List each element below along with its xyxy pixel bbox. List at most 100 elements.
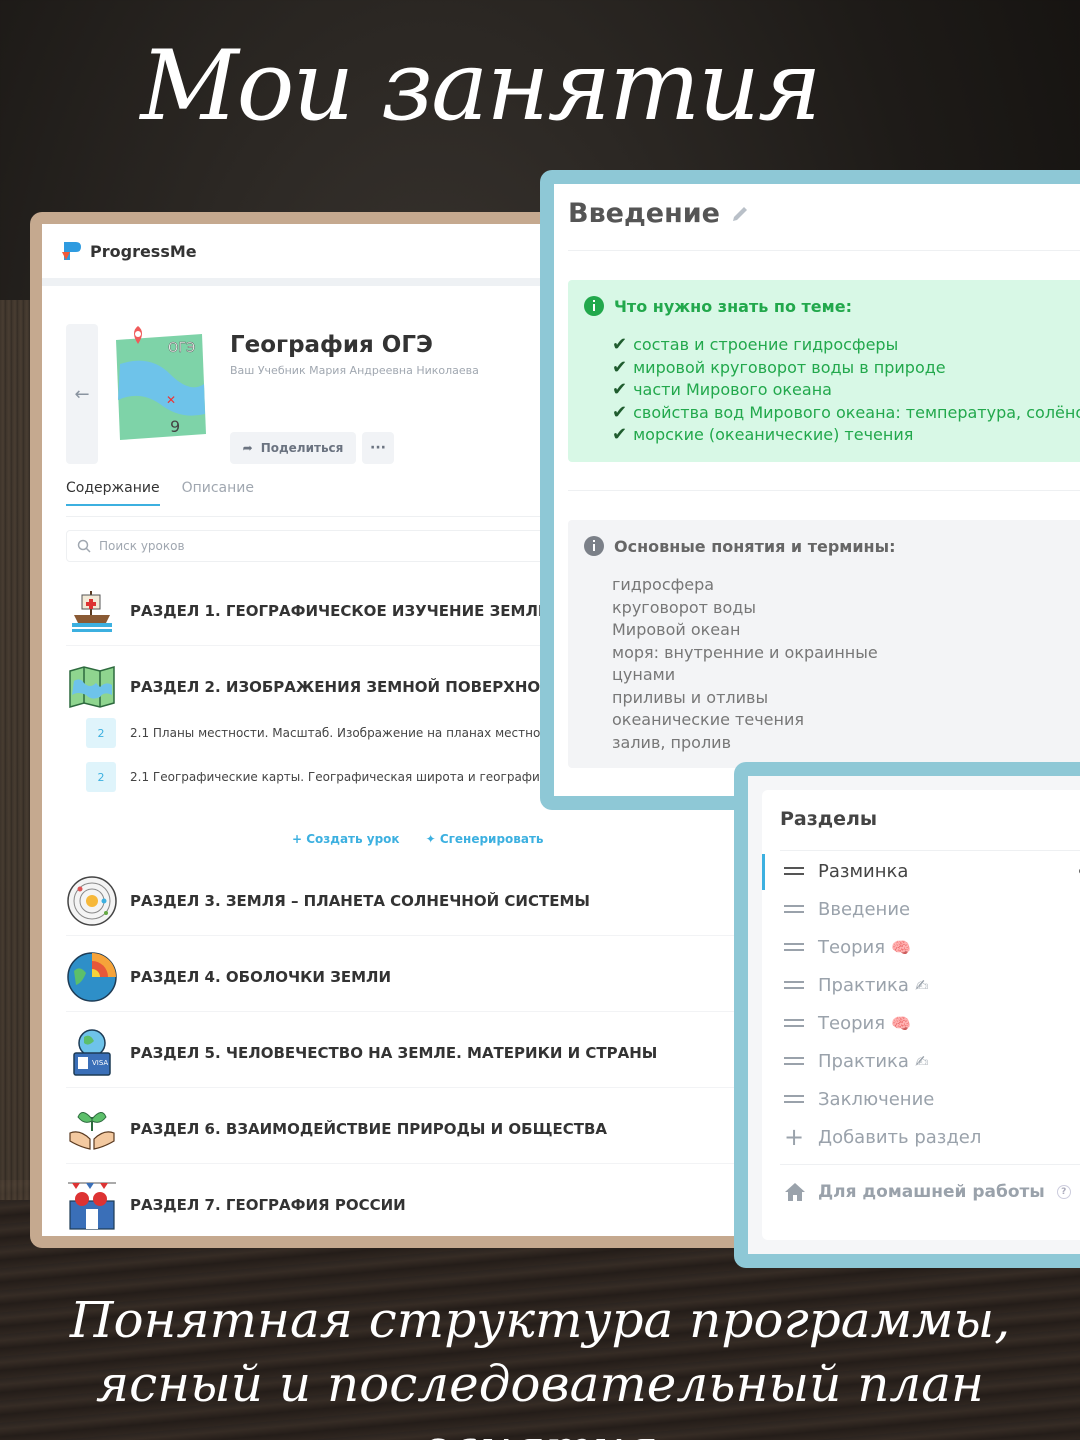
lesson-search-input[interactable]: Поиск уроков: [66, 530, 556, 562]
checkmark-icon: ✔: [612, 356, 628, 378]
solar-system-icon: [67, 875, 117, 926]
section-item-theory[interactable]: Теория 🧠: [784, 932, 911, 962]
lesson-row-2[interactable]: 2 2.1 Географические карты. Географическ…: [86, 762, 583, 792]
divider: [568, 250, 1080, 251]
checkmark-icon: ✔: [612, 424, 628, 445]
drag-handle-icon[interactable]: [784, 1053, 804, 1069]
back-button[interactable]: ←: [66, 324, 98, 464]
what-to-know-list: ✔ состав и строение гидросферы ✔ мировой к…: [612, 334, 1080, 447]
what-to-know-box: Что нужно знать по теме: ✔ состав и строе…: [568, 280, 1080, 462]
headline-top: Мои занятия: [140, 30, 821, 142]
section-item-practice-2[interactable]: Практика ✍: [784, 1046, 928, 1076]
progressme-logo-icon: [62, 242, 81, 260]
section-item-intro[interactable]: Введение: [784, 894, 910, 924]
section-row-3[interactable]: РАЗДЕЛ 3. ЗЕМЛЯ – ПЛАНЕТА СОЛНЕЧНОЙ СИСТ…: [66, 866, 758, 936]
drag-handle-icon[interactable]: [784, 1015, 804, 1031]
folded-map-icon: [69, 666, 115, 708]
lesson-number-badge: 2: [86, 718, 116, 748]
lesson-number-badge: 2: [86, 762, 116, 792]
intro-title: Введение: [568, 198, 720, 229]
divider: [780, 1164, 1080, 1165]
hands-plant-icon: [69, 1111, 115, 1150]
list-item: круговорот воды: [612, 597, 756, 617]
create-lesson-button[interactable]: + Создать урок: [292, 832, 400, 846]
info-circle-icon: [584, 536, 604, 556]
intro-title-row: Введение: [568, 198, 750, 229]
checkmark-icon: ✔: [612, 379, 628, 400]
section-item-conclusion[interactable]: Заключение: [784, 1084, 934, 1114]
generate-label: Сгенерировать: [439, 832, 544, 846]
section-row-6[interactable]: РАЗДЕЛ 6. ВЗАИМОДЕЙСТВИЕ ПРИРОДЫ И ОБЩЕС…: [66, 1094, 758, 1164]
help-icon[interactable]: ?: [1056, 1185, 1071, 1199]
checkmark-icon: ✔: [612, 401, 628, 423]
russia-people-icon: [68, 1182, 116, 1230]
course-tabs: Содержание Описание: [66, 480, 254, 506]
lesson-title: 2.1 Планы местности. Масштаб. Изображени…: [130, 726, 581, 740]
list-item: моря: внутренние и окраинные: [612, 642, 878, 662]
course-subtitle: Ваш Учебник Мария Андреевна Николаева: [230, 364, 479, 377]
list-item: ✔ мировой круговорот воды в природе: [612, 356, 946, 378]
section-item-theory-2[interactable]: Теория 🧠: [784, 1008, 911, 1038]
brain-icon: 🧠: [891, 937, 911, 957]
drag-handle-icon[interactable]: [784, 901, 804, 917]
list-item: цунами: [612, 665, 676, 684]
intro-card: Введение Что нужно знать по теме: ✔ соста…: [554, 184, 1080, 796]
homework-label: Для домашней работы: [818, 1182, 1045, 1202]
section-row-7[interactable]: РАЗДЕЛ 7. ГЕОГРАФИЯ РОССИИ: [66, 1170, 758, 1236]
sections-title: Разделы: [780, 808, 878, 830]
sections-card: Разделы ••• Разминка Введение Теория🧠 Пр…: [748, 776, 1080, 1254]
drag-handle-icon[interactable]: [784, 939, 804, 955]
brand-name: ProgressMe: [90, 241, 197, 261]
list-item: гидросфера: [612, 575, 715, 594]
drag-handle-icon[interactable]: [784, 977, 804, 993]
plus-icon: +: [784, 1123, 805, 1151]
svg-text:9: 9: [170, 417, 180, 436]
headline-bottom-line2: ясный и последовательный план занятия: [96, 1355, 984, 1440]
divider: [568, 490, 1080, 491]
drag-handle-icon[interactable]: [784, 1091, 804, 1107]
svg-text:✕: ✕: [166, 393, 176, 407]
earth-layers-icon: [67, 951, 117, 1002]
section-item-practice[interactable]: Практика ✍: [784, 970, 928, 1000]
headline-bottom: Понятная структура программы, ясный и по…: [0, 1288, 1080, 1440]
section-item-warmup[interactable]: Разминка: [784, 856, 908, 886]
share-button[interactable]: ➦ Поделиться: [230, 432, 356, 464]
section-row-4[interactable]: РАЗДЕЛ 4. ОБОЛОЧКИ ЗЕМЛИ: [66, 942, 758, 1012]
terms-box: Основные понятия и термины: гидросфера к…: [568, 520, 1080, 768]
more-dots-icon[interactable]: •••: [1076, 862, 1080, 883]
section-row-5[interactable]: VISA РАЗДЕЛ 5. ЧЕЛОВЕЧЕСТВО НА ЗЕМЛЕ. МА…: [66, 1018, 758, 1088]
tab-content[interactable]: Содержание: [66, 480, 160, 506]
section-title: РАЗДЕЛ 6. ВЗАИМОДЕЙСТВИЕ ПРИРОДЫ И ОБЩЕС…: [130, 1119, 608, 1138]
more-options-button[interactable]: ···: [362, 432, 394, 464]
search-icon: [77, 539, 91, 553]
writing-hand-icon: ✍: [914, 1051, 929, 1071]
share-label: Поделиться: [260, 441, 344, 455]
homework-section[interactable]: Для домашней работы ?: [784, 1182, 1071, 1202]
sections-card-frame: Разделы ••• Разминка Введение Теория🧠 Пр…: [734, 762, 1080, 1268]
generate-button[interactable]: ✦ Сгенерировать: [426, 832, 544, 846]
headline-bottom-line1: Понятная структура программы,: [69, 1291, 1011, 1349]
lesson-row-1[interactable]: 2 2.1 Планы местности. Масштаб. Изображе…: [86, 718, 581, 748]
sparkle-icon: ✦: [425, 832, 440, 846]
section-actions: + Создать урок ✦ Сгенерировать: [292, 832, 544, 846]
search-placeholder: Поиск уроков: [99, 539, 185, 553]
list-item: ✔ состав и строение гидросферы: [612, 334, 899, 355]
section-title: РАЗДЕЛ 7. ГЕОГРАФИЯ РОССИИ: [130, 1196, 406, 1214]
what-to-know-title: Что нужно знать по теме:: [614, 296, 852, 316]
terms-heading: Основные понятия и термины:: [584, 536, 895, 556]
tab-description[interactable]: Описание: [182, 480, 254, 506]
section-title: РАЗДЕЛ 2. ИЗОБРАЖЕНИЯ ЗЕМНОЙ ПОВЕРХНОСТИ: [130, 678, 574, 696]
checkmark-icon: ✔: [612, 334, 628, 355]
sections-panel: Разделы ••• Разминка Введение Теория🧠 Пр…: [762, 790, 1080, 1240]
arrow-left-icon: ←: [74, 383, 90, 405]
pencil-edit-icon[interactable]: [730, 204, 750, 224]
terms-title: Основные понятия и термины:: [614, 536, 896, 556]
lesson-title: 2.1 Географические карты. Географическая…: [130, 770, 583, 784]
what-to-know-heading: Что нужно знать по теме:: [584, 296, 852, 316]
list-item: приливы и отливы: [612, 687, 769, 707]
active-indicator: [762, 854, 765, 890]
drag-handle-icon[interactable]: [784, 863, 804, 879]
list-item: залив, пролив: [612, 732, 731, 752]
add-section-button[interactable]: + Добавить раздел: [784, 1122, 981, 1152]
list-item: ✔ свойства вод Мирового океана: температу…: [612, 401, 1080, 423]
